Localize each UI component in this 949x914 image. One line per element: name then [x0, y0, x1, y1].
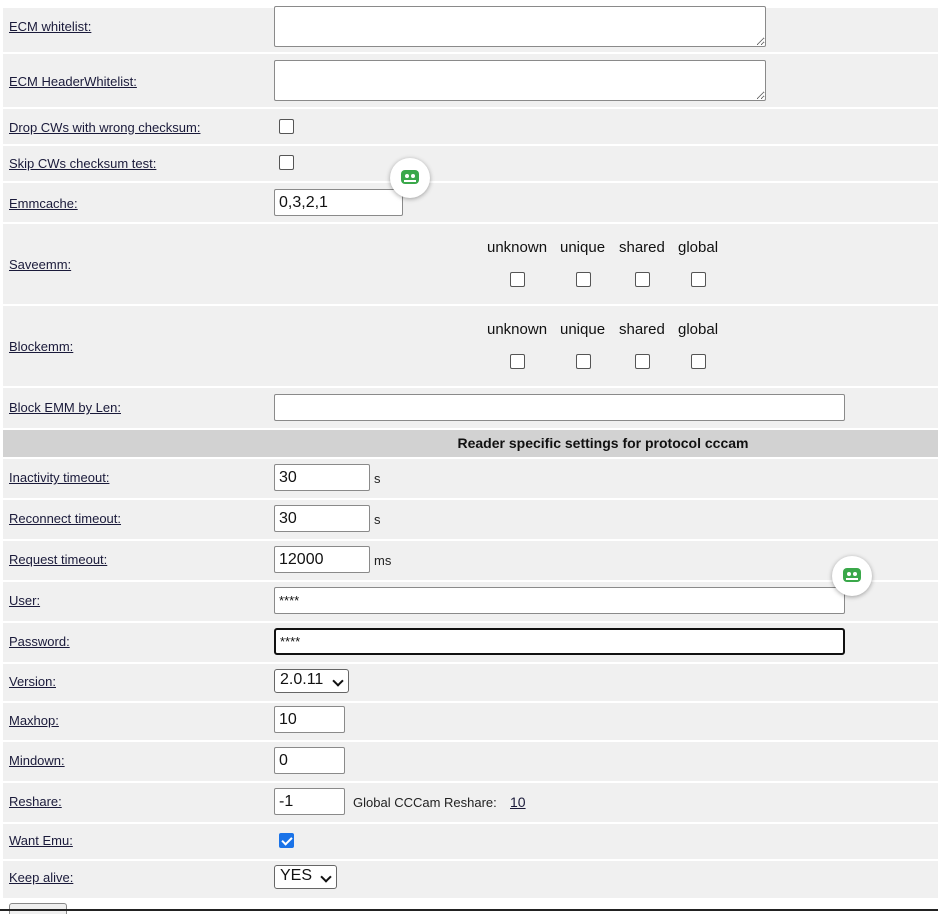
- blockemm-global-checkbox[interactable]: [691, 354, 706, 369]
- chevron-down-icon: [320, 871, 332, 883]
- row-inactivity-timeout: Inactivity timeout: s: [3, 459, 938, 498]
- row-blockemm: Blockemm: unknown unique shared global: [3, 306, 938, 386]
- version-select[interactable]: 2.0.11: [274, 669, 349, 693]
- row-emmcache: Emmcache:: [3, 183, 938, 222]
- want-emu-checkbox[interactable]: [279, 833, 294, 848]
- password-manager-badge-emmcache[interactable]: [390, 158, 430, 198]
- inactivity-timeout-label[interactable]: Inactivity timeout:: [9, 470, 109, 485]
- request-timeout-input[interactable]: [274, 546, 370, 573]
- saveemm-header-shared: shared: [619, 239, 665, 256]
- skip-cws-checkbox[interactable]: [279, 155, 294, 170]
- blockemm-shared-checkbox[interactable]: [635, 354, 650, 369]
- global-reshare-label: Global CCCam Reshare:: [353, 795, 497, 810]
- saveemm-header-global: global: [678, 239, 719, 256]
- request-timeout-label[interactable]: Request timeout:: [9, 552, 107, 567]
- saveemm-header-unknown: unknown: [487, 239, 548, 256]
- user-input[interactable]: [274, 587, 845, 614]
- section-header-cccam: Reader specific settings for protocol cc…: [3, 430, 938, 457]
- block-emm-len-input[interactable]: [274, 394, 845, 421]
- robot-face-icon: [401, 170, 419, 184]
- row-maxhop: Maxhop:: [3, 703, 938, 740]
- emmcache-label[interactable]: Emmcache:: [9, 196, 78, 211]
- row-saveemm: Saveemm: unknown unique shared global: [3, 224, 938, 304]
- chevron-down-icon: [332, 675, 344, 687]
- request-timeout-unit: ms: [374, 553, 392, 568]
- maxhop-input[interactable]: [274, 706, 345, 733]
- row-reconnect-timeout: Reconnect timeout: s: [3, 500, 938, 539]
- robot-face-icon: [843, 568, 861, 582]
- mindown-label[interactable]: Mindown:: [9, 753, 65, 768]
- emmcache-input[interactable]: [274, 189, 403, 216]
- row-user: User:: [3, 582, 938, 621]
- drop-cws-label[interactable]: Drop CWs with wrong checksum:: [9, 120, 200, 135]
- skip-cws-label[interactable]: Skip CWs checksum test:: [9, 156, 156, 171]
- row-ecm-header-whitelist: ECM HeaderWhitelist:: [3, 54, 938, 107]
- row-mindown: Mindown:: [3, 742, 938, 781]
- saveemm-unknown-checkbox[interactable]: [510, 272, 525, 287]
- keep-alive-label[interactable]: Keep alive:: [9, 870, 73, 885]
- blockemm-header-unknown: unknown: [487, 321, 548, 338]
- ecm-whitelist-textarea[interactable]: [274, 6, 766, 47]
- version-select-value: 2.0.11: [280, 671, 324, 688]
- row-password: Password:: [3, 623, 938, 662]
- row-keep-alive: Keep alive: YES: [3, 861, 938, 898]
- reader-settings-page: ECM whitelist: ECM HeaderWhitelist: Drop…: [0, 0, 949, 914]
- row-ecm-whitelist: ECM whitelist:: [3, 6, 938, 52]
- version-label[interactable]: Version:: [9, 674, 56, 689]
- inactivity-timeout-input[interactable]: [274, 464, 370, 491]
- keep-alive-select[interactable]: YES: [274, 865, 337, 889]
- mindown-input[interactable]: [274, 747, 345, 774]
- user-label[interactable]: User:: [9, 593, 40, 608]
- row-block-emm-len: Block EMM by Len:: [3, 388, 938, 428]
- password-manager-badge-user[interactable]: [832, 556, 872, 596]
- reconnect-timeout-unit: s: [374, 512, 381, 527]
- keep-alive-select-value: YES: [280, 867, 313, 884]
- row-want-emu: Want Emu:: [3, 824, 938, 859]
- row-request-timeout: Request timeout: ms: [3, 541, 938, 580]
- blockemm-header-unique: unique: [560, 321, 606, 338]
- global-reshare-link[interactable]: 10: [510, 794, 526, 810]
- saveemm-shared-checkbox[interactable]: [635, 272, 650, 287]
- block-emm-len-label[interactable]: Block EMM by Len:: [9, 400, 121, 415]
- row-version: Version: 2.0.11: [3, 664, 938, 701]
- reshare-input[interactable]: [274, 788, 345, 815]
- row-skip-cws: Skip CWs checksum test:: [3, 146, 938, 181]
- ecm-whitelist-label[interactable]: ECM whitelist:: [9, 19, 91, 34]
- ecm-header-whitelist-label[interactable]: ECM HeaderWhitelist:: [9, 74, 137, 89]
- password-label[interactable]: Password:: [9, 634, 70, 649]
- saveemm-unique-checkbox[interactable]: [576, 272, 591, 287]
- section-title: Reader specific settings for protocol cc…: [457, 435, 749, 451]
- blockemm-unknown-checkbox[interactable]: [510, 354, 525, 369]
- password-input[interactable]: [274, 628, 845, 655]
- maxhop-label[interactable]: Maxhop:: [9, 713, 59, 728]
- row-reshare: Reshare: Global CCCam Reshare: 10: [3, 783, 938, 822]
- blockemm-header-global: global: [678, 321, 719, 338]
- inactivity-timeout-unit: s: [374, 471, 381, 486]
- saveemm-global-checkbox[interactable]: [691, 272, 706, 287]
- blockemm-label[interactable]: Blockemm:: [9, 339, 73, 354]
- reshare-label[interactable]: Reshare:: [9, 794, 62, 809]
- blockemm-unique-checkbox[interactable]: [576, 354, 591, 369]
- saveemm-header-unique: unique: [560, 239, 606, 256]
- reconnect-timeout-input[interactable]: [274, 505, 370, 532]
- want-emu-label[interactable]: Want Emu:: [9, 833, 73, 848]
- reconnect-timeout-label[interactable]: Reconnect timeout:: [9, 511, 121, 526]
- drop-cws-checkbox[interactable]: [279, 119, 294, 134]
- ecm-header-whitelist-textarea[interactable]: [274, 60, 766, 101]
- row-drop-cws: Drop CWs with wrong checksum:: [3, 109, 938, 144]
- saveemm-label[interactable]: Saveemm:: [9, 257, 71, 272]
- blockemm-header-shared: shared: [619, 321, 665, 338]
